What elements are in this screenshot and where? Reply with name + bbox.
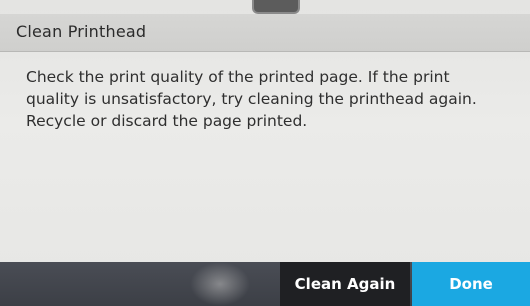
printer-dialog-screen: Clean Printhead Check the print quality … [0,0,530,306]
done-button[interactable]: Done [412,262,530,306]
screen-glare [190,262,250,306]
drag-handle[interactable] [252,0,300,14]
dialog-title: Clean Printhead [16,22,147,41]
dialog-message: Check the print quality of the printed p… [26,68,477,130]
clean-again-button[interactable]: Clean Again [280,262,410,306]
button-bar: Clean Again Done [0,262,530,306]
dialog-title-bar: Clean Printhead [0,14,530,52]
